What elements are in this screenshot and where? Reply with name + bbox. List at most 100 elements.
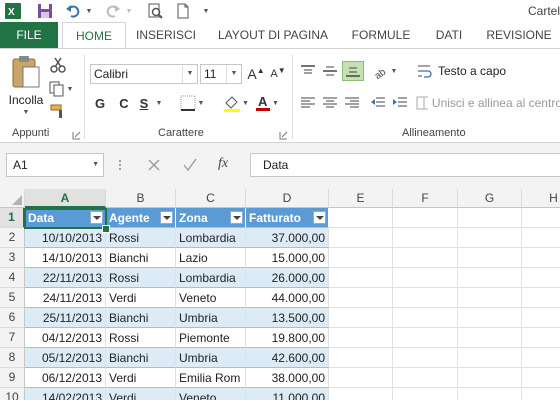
empty-cell[interactable] xyxy=(522,228,560,248)
row-header[interactable]: 4 xyxy=(0,268,25,288)
formula-bar-grip-icon[interactable] xyxy=(118,157,122,173)
cell-revenue[interactable]: 26.000,00 xyxy=(246,268,329,288)
cell-agent[interactable]: Verdi xyxy=(106,288,176,308)
undo-icon[interactable] xyxy=(64,2,82,20)
empty-cell[interactable] xyxy=(522,368,560,388)
empty-cell[interactable] xyxy=(329,388,393,400)
redo-icon[interactable] xyxy=(104,2,122,20)
wrap-text-button[interactable]: Testo a capo xyxy=(416,59,560,83)
increase-font-size-icon[interactable]: A ▲ xyxy=(246,64,266,84)
cell-zone[interactable]: Umbria xyxy=(176,348,246,368)
empty-cell[interactable] xyxy=(393,268,458,288)
empty-cell[interactable] xyxy=(329,348,393,368)
empty-cell[interactable] xyxy=(522,208,560,228)
paste-button[interactable]: Incolla ▼ xyxy=(6,55,46,119)
cell-zone[interactable]: Emilia Rom xyxy=(176,368,246,388)
cell-revenue[interactable]: 11.000,00 xyxy=(246,388,329,400)
align-top-icon[interactable] xyxy=(298,61,318,81)
format-painter-icon[interactable] xyxy=(48,101,68,121)
empty-cell[interactable] xyxy=(329,248,393,268)
decrease-font-size-icon[interactable]: A ▼ xyxy=(268,64,288,84)
font-name-combo[interactable]: Calibri ▼ xyxy=(90,64,198,84)
empty-cell[interactable] xyxy=(458,208,522,228)
empty-cell[interactable] xyxy=(329,308,393,328)
select-all-corner[interactable] xyxy=(0,189,25,208)
empty-cell[interactable] xyxy=(458,328,522,348)
row-header[interactable]: 8 xyxy=(0,348,25,368)
align-right-icon[interactable] xyxy=(342,93,362,113)
empty-cell[interactable] xyxy=(458,288,522,308)
font-launcher-icon[interactable] xyxy=(279,129,289,140)
table-header-cell[interactable]: Agente xyxy=(106,208,176,228)
empty-cell[interactable] xyxy=(522,268,560,288)
empty-cell[interactable] xyxy=(458,248,522,268)
cell-revenue[interactable]: 19.800,00 xyxy=(246,328,329,348)
cell-date[interactable]: 04/12/2013 xyxy=(25,328,106,348)
column-header-g[interactable]: G xyxy=(458,189,522,208)
cell-revenue[interactable]: 44.000,00 xyxy=(246,288,329,308)
empty-cell[interactable] xyxy=(458,268,522,288)
cell-date[interactable]: 22/11/2013 xyxy=(25,268,106,288)
tab-formulas[interactable]: FORMULE xyxy=(344,22,418,48)
cell-agent[interactable]: Verdi xyxy=(106,388,176,400)
table-header-cell[interactable]: Zona xyxy=(176,208,246,228)
empty-cell[interactable] xyxy=(329,268,393,288)
customize-qat-icon[interactable]: ▼ xyxy=(200,2,212,20)
empty-cell[interactable] xyxy=(522,308,560,328)
table-header-cell[interactable]: Data xyxy=(25,208,106,228)
cell-revenue[interactable]: 15.000,00 xyxy=(246,248,329,268)
column-header-d[interactable]: D xyxy=(246,189,329,208)
empty-cell[interactable] xyxy=(393,368,458,388)
empty-cell[interactable] xyxy=(329,288,393,308)
font-size-combo[interactable]: 11 ▼ xyxy=(200,64,242,84)
borders-icon[interactable]: ▼ xyxy=(178,93,206,113)
empty-cell[interactable] xyxy=(393,308,458,328)
row-header[interactable]: 6 xyxy=(0,308,25,328)
row-header[interactable]: 3 xyxy=(0,248,25,268)
tab-review[interactable]: REVISIONE xyxy=(480,22,558,48)
empty-cell[interactable] xyxy=(458,368,522,388)
cell-agent[interactable]: Verdi xyxy=(106,368,176,388)
cell-zone[interactable]: Umbria xyxy=(176,308,246,328)
merge-center-button[interactable]: Unisci e allinea al centro xyxy=(416,91,560,115)
save-icon[interactable] xyxy=(36,2,54,20)
row-header[interactable]: 9 xyxy=(0,368,25,388)
empty-cell[interactable] xyxy=(393,228,458,248)
empty-cell[interactable] xyxy=(522,288,560,308)
empty-cell[interactable] xyxy=(458,308,522,328)
cell-revenue[interactable]: 13.500,00 xyxy=(246,308,329,328)
cell-revenue[interactable]: 37.000,00 xyxy=(246,228,329,248)
tab-insert[interactable]: INSERISCI xyxy=(130,22,202,48)
cell-zone[interactable]: Veneto xyxy=(176,388,246,400)
filter-dropdown-icon[interactable] xyxy=(230,211,243,224)
cut-icon[interactable] xyxy=(48,55,68,75)
increase-indent-icon[interactable] xyxy=(390,93,410,113)
cell-zone[interactable]: Lazio xyxy=(176,248,246,268)
empty-cell[interactable] xyxy=(393,288,458,308)
print-preview-icon[interactable] xyxy=(146,2,164,20)
empty-cell[interactable] xyxy=(329,208,393,228)
italic-button[interactable]: C xyxy=(114,93,134,113)
column-header-h[interactable]: H xyxy=(522,189,560,208)
column-header-a[interactable]: A xyxy=(25,189,106,208)
cell-revenue[interactable]: 38.000,00 xyxy=(246,368,329,388)
new-document-icon[interactable] xyxy=(174,2,192,20)
cell-agent[interactable]: Rossi xyxy=(106,268,176,288)
cell-agent[interactable]: Rossi xyxy=(106,228,176,248)
row-header[interactable]: 2 xyxy=(0,228,25,248)
empty-cell[interactable] xyxy=(522,388,560,400)
row-header[interactable]: 7 xyxy=(0,328,25,348)
row-header[interactable]: 1 xyxy=(0,208,25,228)
align-left-icon[interactable] xyxy=(298,93,318,113)
column-header-e[interactable]: E xyxy=(329,189,393,208)
empty-cell[interactable] xyxy=(458,388,522,400)
empty-cell[interactable] xyxy=(329,228,393,248)
empty-cell[interactable] xyxy=(522,328,560,348)
copy-icon[interactable]: ▼ xyxy=(48,79,74,99)
align-middle-icon[interactable] xyxy=(320,61,340,81)
tab-home[interactable]: HOME xyxy=(62,22,126,49)
tab-file[interactable]: FILE xyxy=(0,22,58,48)
decrease-indent-icon[interactable] xyxy=(368,93,388,113)
cell-agent[interactable]: Rossi xyxy=(106,328,176,348)
cell-date[interactable]: 24/11/2013 xyxy=(25,288,106,308)
